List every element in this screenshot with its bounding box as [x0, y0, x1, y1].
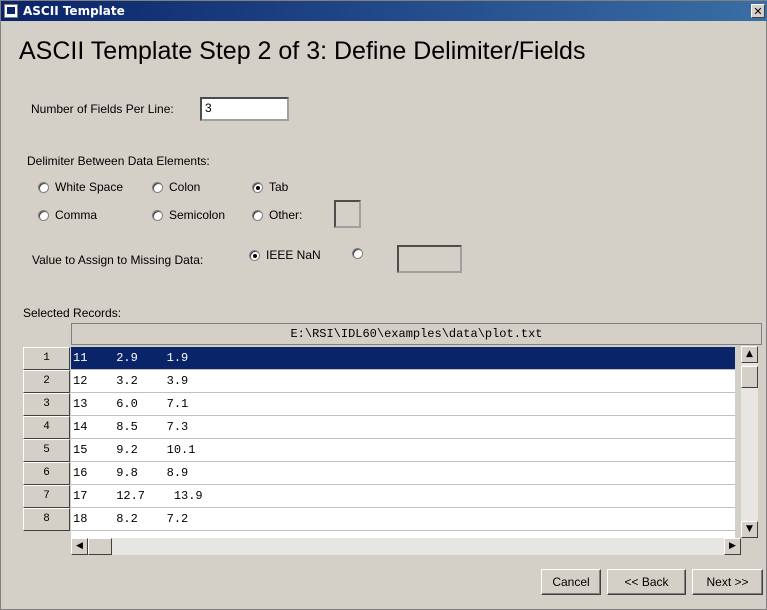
radio-semicolon[interactable]: Semicolon: [152, 208, 225, 222]
radio-other-label: Other:: [269, 208, 303, 222]
missing-data-label: Value to Assign to Missing Data:: [32, 253, 204, 267]
table-row[interactable]: 14 8.5 7.3: [71, 416, 735, 439]
radio-indicator-selected: [252, 181, 263, 193]
table-row[interactable]: 15 9.2 10.1: [71, 439, 735, 462]
cancel-button[interactable]: Cancel: [541, 569, 601, 595]
radio-ieee-nan-label: IEEE NaN: [266, 248, 321, 262]
back-button[interactable]: << Back: [607, 569, 686, 595]
missing-data-value-input[interactable]: [397, 245, 462, 273]
radio-indicator: [352, 248, 363, 259]
row-number[interactable]: 2: [23, 370, 70, 393]
table-row[interactable]: 18 8.2 7.2: [71, 508, 735, 531]
scroll-up-icon[interactable]: ▲: [741, 346, 758, 363]
radio-colon-label: Colon: [169, 180, 201, 194]
table-row[interactable]: 17 12.7 13.9: [71, 485, 735, 508]
partial-row: [71, 531, 735, 538]
radio-colon[interactable]: Colon: [152, 180, 200, 194]
delimiter-label: Delimiter Between Data Elements:: [27, 154, 210, 168]
vertical-scrollbar[interactable]: ▲ ▼: [741, 346, 758, 538]
horizontal-scrollbar[interactable]: ◀ ▶: [71, 538, 741, 555]
scroll-down-icon[interactable]: ▼: [741, 521, 758, 538]
radio-indicator: [38, 181, 49, 193]
scroll-left-icon[interactable]: ◀: [71, 538, 88, 555]
radio-indicator-selected: [249, 249, 260, 261]
row-number[interactable]: 8: [23, 508, 70, 531]
fields-per-line-label: Number of Fields Per Line:: [31, 102, 174, 116]
radio-indicator: [38, 209, 49, 221]
radio-other[interactable]: Other:: [252, 208, 302, 222]
row-number[interactable]: 6: [23, 462, 70, 485]
radio-indicator: [152, 181, 163, 193]
file-path-header[interactable]: E:\RSI\IDL60\examples\data\plot.txt: [71, 323, 762, 345]
table-row[interactable]: 11 2.9 1.9: [71, 347, 735, 370]
app-icon: [4, 4, 18, 18]
table-row[interactable]: 16 9.8 8.9: [71, 462, 735, 485]
row-number[interactable]: 5: [23, 439, 70, 462]
table-row[interactable]: 12 3.2 3.9: [71, 370, 735, 393]
radio-semicolon-label: Semicolon: [169, 208, 226, 222]
table-row[interactable]: 13 6.0 7.1: [71, 393, 735, 416]
next-button[interactable]: Next >>: [692, 569, 763, 595]
radio-comma-label: Comma: [55, 208, 98, 222]
radio-indicator: [152, 209, 163, 221]
selected-records-label: Selected Records:: [23, 306, 122, 320]
window-title: ASCII Template: [23, 4, 125, 18]
row-number[interactable]: 7: [23, 485, 70, 508]
radio-white-space[interactable]: White Space: [38, 180, 123, 194]
row-number[interactable]: 3: [23, 393, 70, 416]
radio-ieee-nan[interactable]: IEEE NaN: [249, 248, 321, 262]
vertical-scroll-thumb[interactable]: [741, 366, 758, 388]
page-title: ASCII Template Step 2 of 3: Define Delim…: [19, 37, 586, 65]
radio-tab-label: Tab: [269, 180, 289, 194]
radio-custom-missing[interactable]: [352, 248, 369, 259]
radio-comma[interactable]: Comma: [38, 208, 97, 222]
row-number[interactable]: 1: [23, 347, 70, 370]
title-bar: ASCII Template ✕: [1, 1, 767, 21]
radio-tab[interactable]: Tab: [252, 180, 288, 194]
fields-per-line-input[interactable]: 3: [200, 97, 289, 121]
scroll-right-icon[interactable]: ▶: [724, 538, 741, 555]
horizontal-scroll-thumb[interactable]: [88, 538, 112, 555]
other-delimiter-input[interactable]: [334, 200, 361, 228]
radio-indicator: [252, 209, 263, 221]
ascii-template-dialog: ASCII Template ✕ ASCII Template Step 2 o…: [0, 0, 767, 610]
close-button[interactable]: ✕: [751, 4, 765, 18]
row-number[interactable]: 4: [23, 416, 70, 439]
records-table: E:\RSI\IDL60\examples\data\plot.txt 1 11…: [23, 323, 762, 563]
radio-white-space-label: White Space: [55, 180, 124, 194]
